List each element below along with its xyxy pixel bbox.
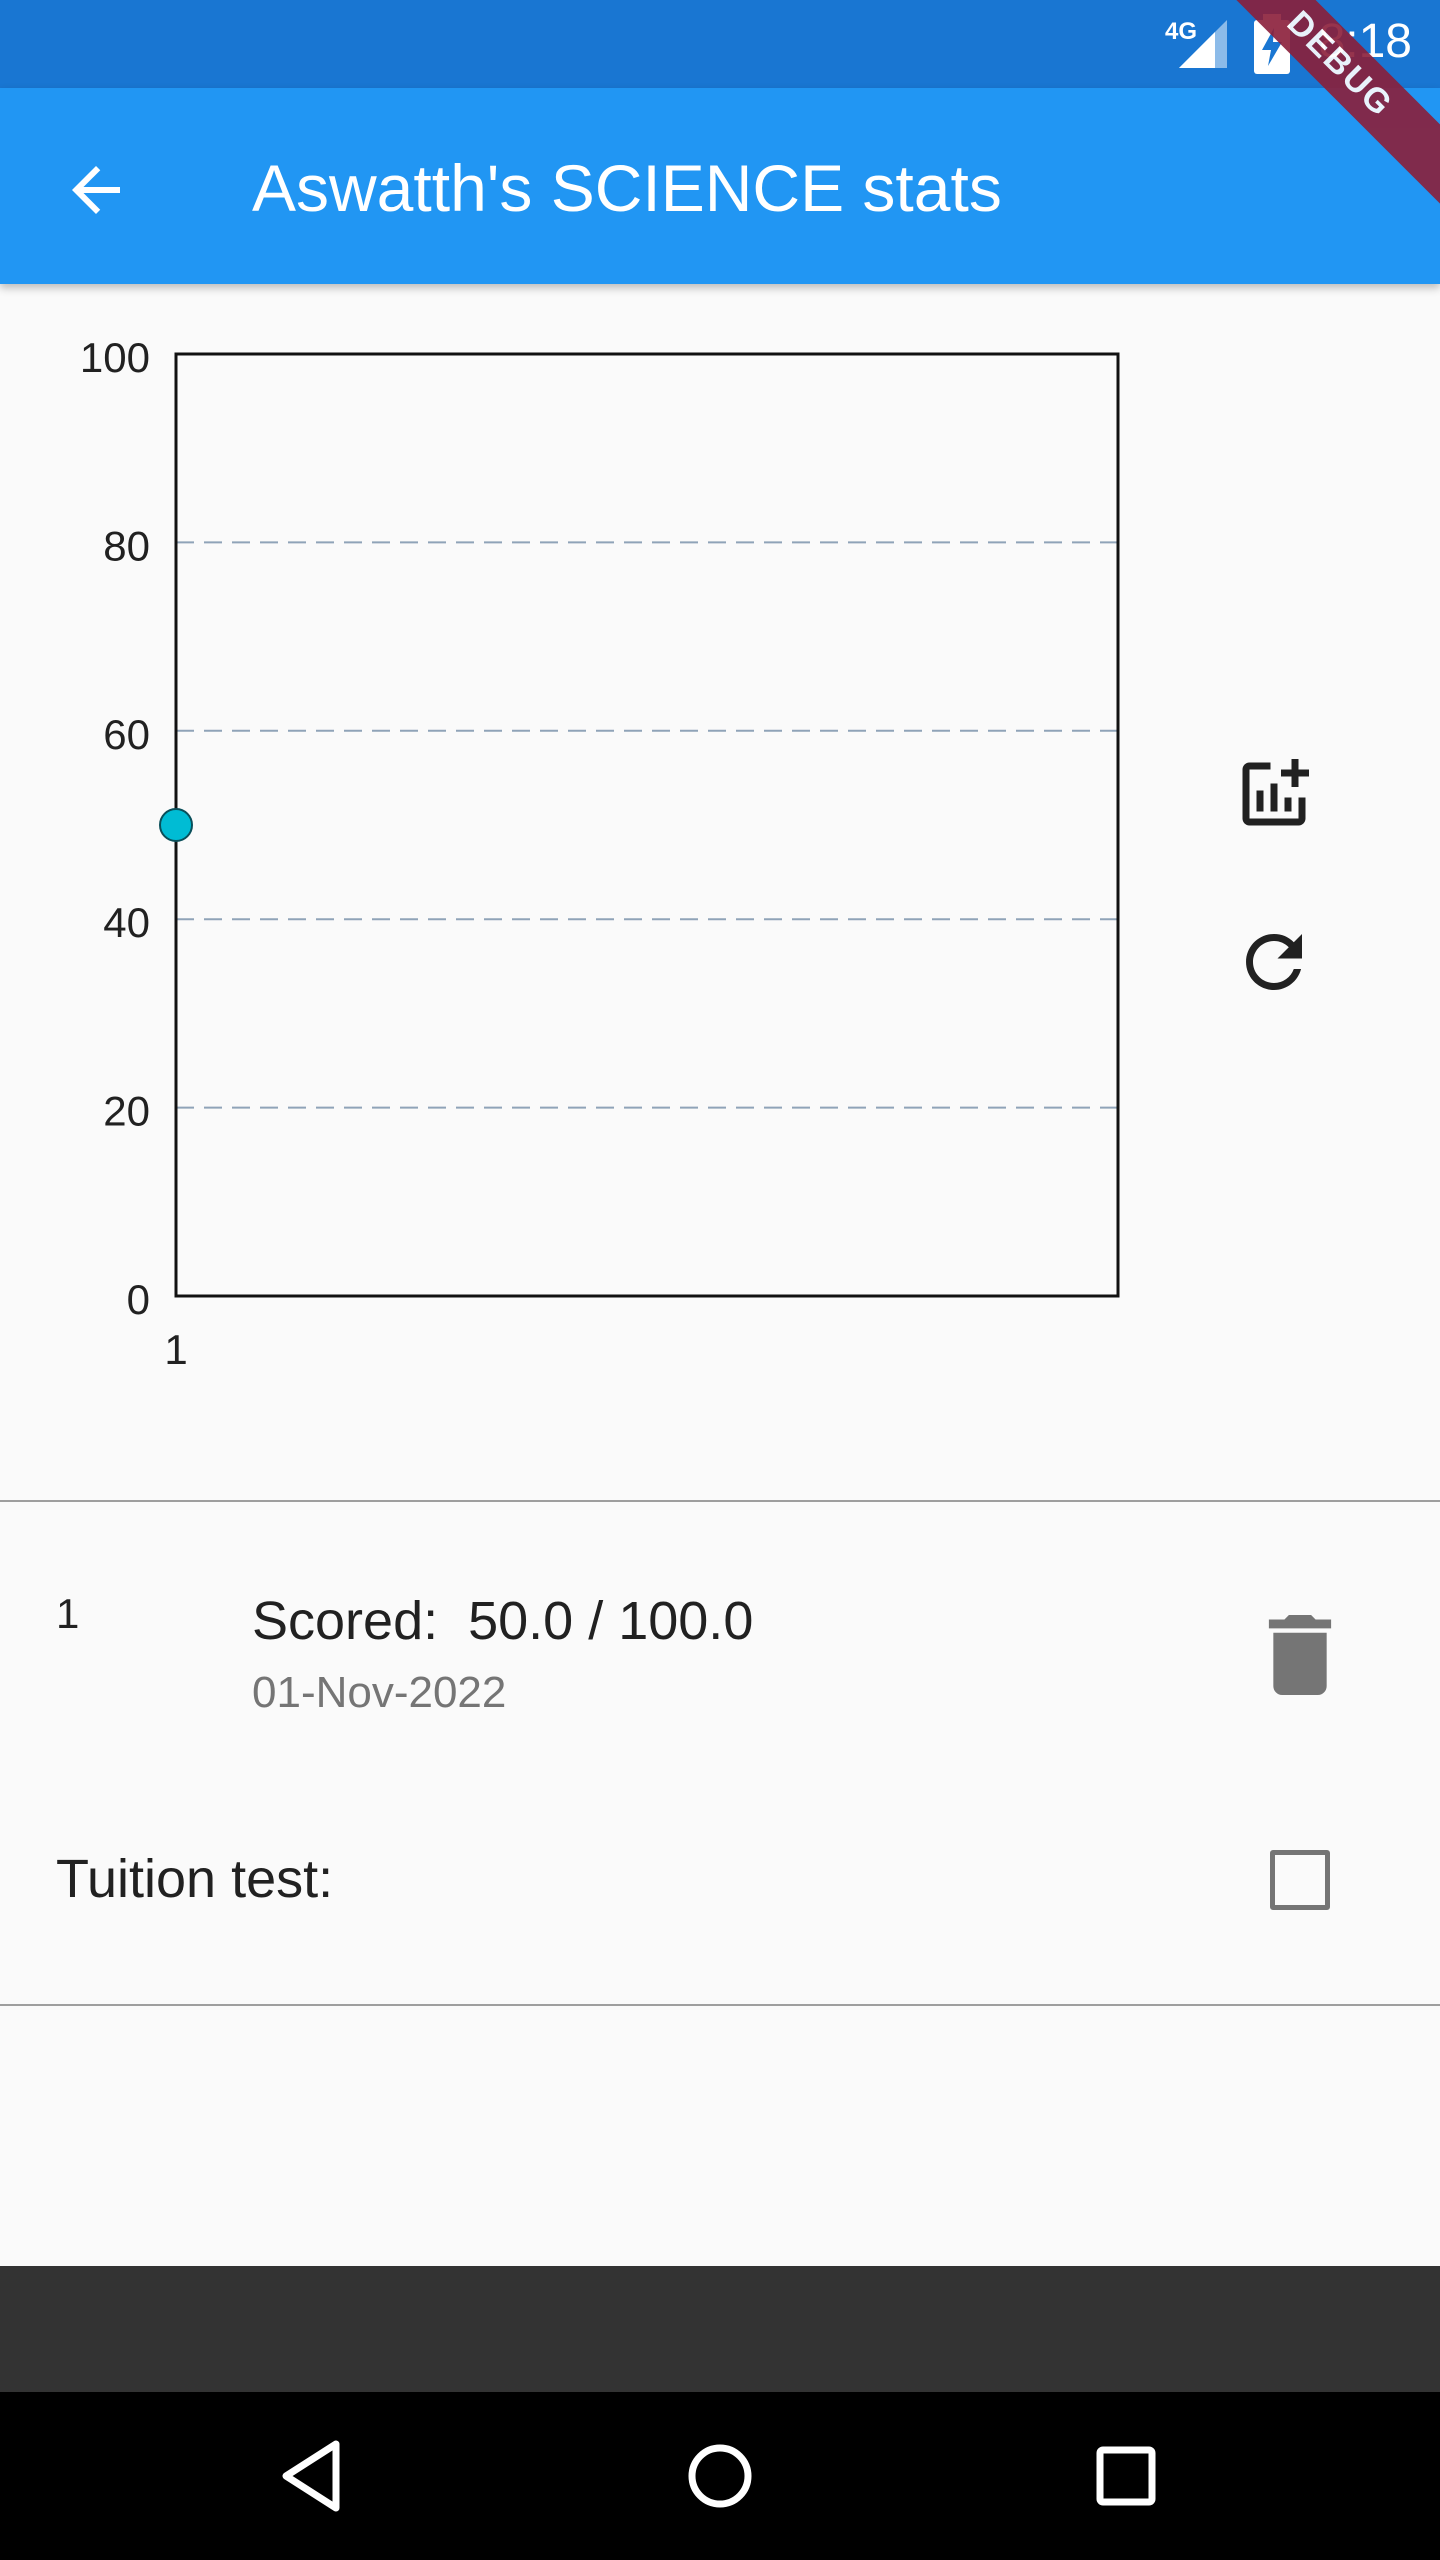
record-date: 01-Nov-2022 xyxy=(252,1668,507,1717)
x-tick-label: 1 xyxy=(164,1326,187,1373)
add-chart-icon[interactable] xyxy=(1232,752,1316,836)
divider-top xyxy=(0,1500,1440,1502)
nav-recents-icon[interactable] xyxy=(1084,2434,1168,2518)
page-title: Aswatth's SCIENCE stats xyxy=(252,151,1002,225)
signal-icon xyxy=(1179,20,1227,68)
arrow-back-icon[interactable] xyxy=(60,154,132,226)
system-nav-bar xyxy=(0,2392,1440,2560)
app-bar: Aswatth's SCIENCE stats xyxy=(0,88,1440,284)
record-score: Scored: 50.0 / 100.0 xyxy=(252,1591,754,1651)
score-chart: 0 20 40 60 80 100 1 xyxy=(80,334,1120,1373)
refresh-icon[interactable] xyxy=(1232,920,1316,1004)
bottom-bar xyxy=(0,2266,1440,2392)
tuition-test-checkbox[interactable] xyxy=(1270,1850,1330,1910)
divider-bottom xyxy=(0,2004,1440,2006)
y-tick-label: 40 xyxy=(103,899,150,946)
tuition-test-label: Tuition test: xyxy=(56,1849,334,1909)
y-tick-label: 80 xyxy=(103,522,150,569)
record-index: 1 xyxy=(56,1590,80,1637)
y-tick-label: 0 xyxy=(127,1276,150,1323)
y-tick-label: 100 xyxy=(80,334,150,381)
y-tick-label: 20 xyxy=(103,1088,150,1135)
plot-border xyxy=(174,352,1120,1298)
status-bar: 4G 8:18 xyxy=(0,0,1440,88)
data-point xyxy=(159,808,193,842)
nav-back-icon[interactable] xyxy=(272,2434,356,2518)
nav-home-icon[interactable] xyxy=(678,2434,762,2518)
y-tick-label: 60 xyxy=(103,711,150,758)
trash-icon[interactable] xyxy=(1265,1615,1335,1695)
